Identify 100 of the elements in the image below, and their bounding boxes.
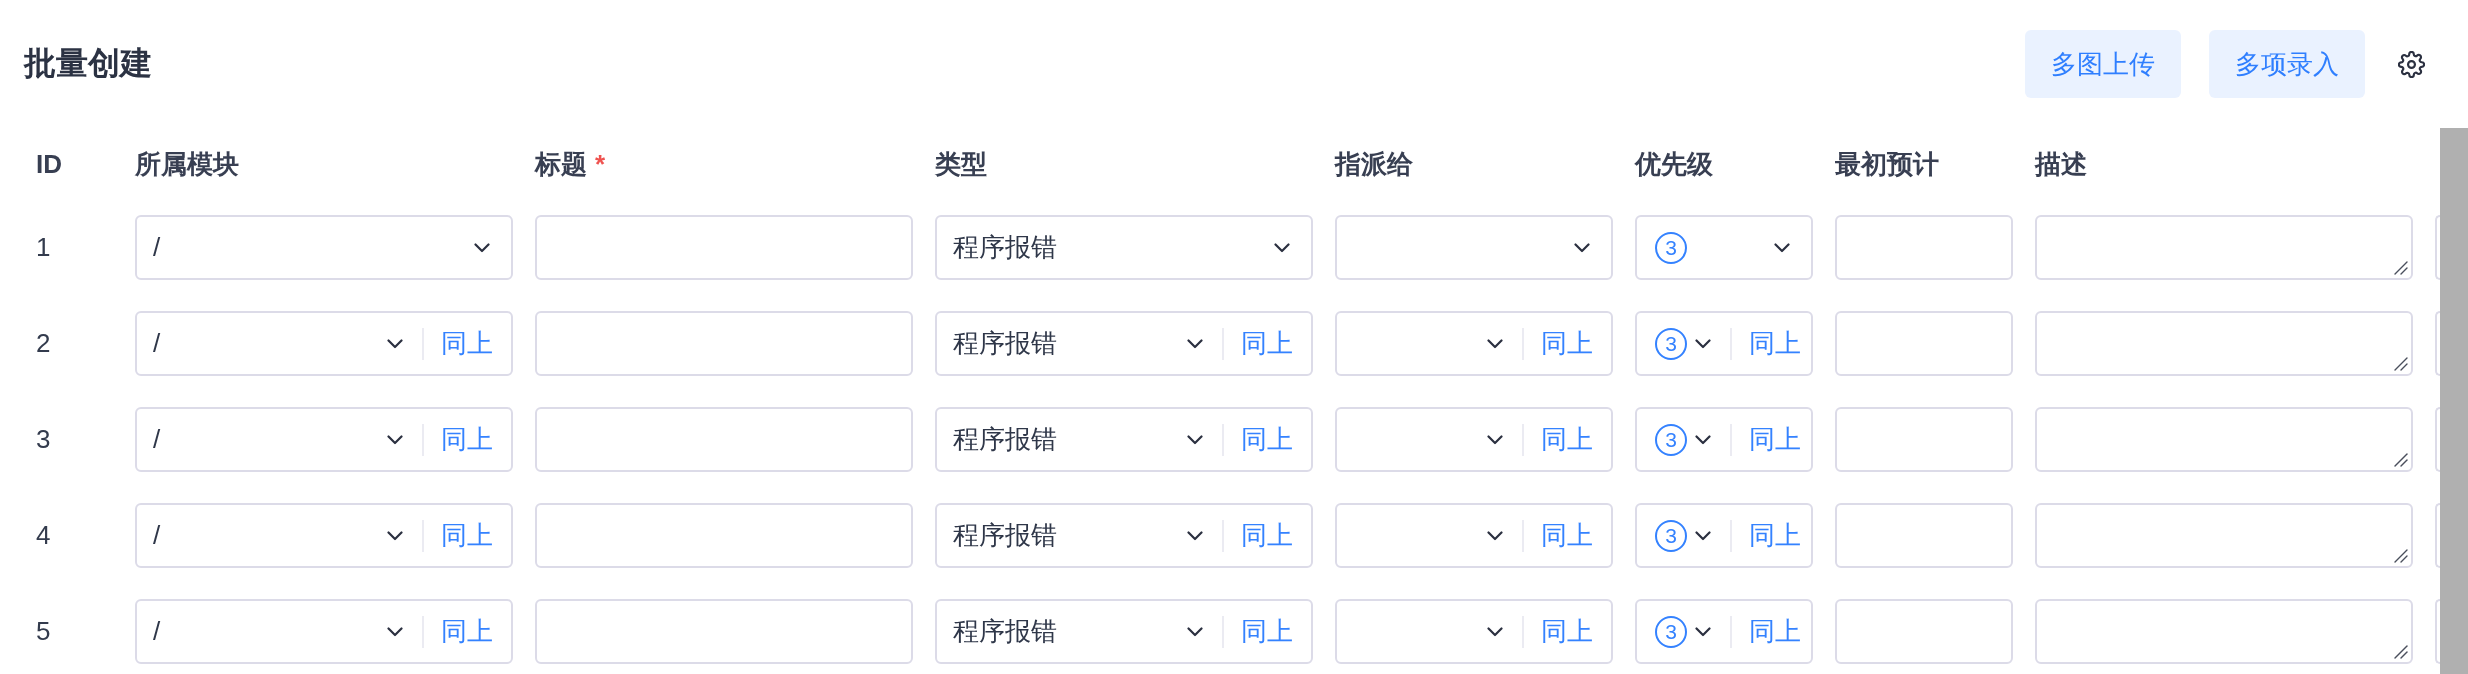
dropdown[interactable]: / — [137, 313, 422, 374]
input-field[interactable] — [1835, 215, 2013, 280]
column-header: 描述 — [2035, 147, 2087, 181]
dropdown[interactable]: 3 — [1637, 409, 1730, 470]
textarea-field[interactable] — [2035, 599, 2413, 664]
dropdown[interactable]: 3 — [1637, 313, 1730, 374]
row-id: 5 — [36, 616, 51, 647]
toolbar-button[interactable]: 多图上传 — [2025, 30, 2181, 98]
copy-above-button[interactable]: 同上 — [1224, 601, 1311, 662]
textarea-field[interactable] — [2035, 311, 2413, 376]
settings-icon[interactable] — [2398, 50, 2425, 78]
chevron-down-icon — [1695, 626, 1711, 637]
copy-above-button[interactable]: 同上 — [424, 505, 511, 566]
copy-above-button[interactable]: 同上 — [1524, 313, 1611, 374]
copy-above-button[interactable]: 同上 — [424, 313, 511, 374]
row-id: 3 — [36, 424, 51, 455]
input-field[interactable] — [2435, 407, 2440, 472]
resize-handle-icon[interactable] — [2394, 549, 2408, 563]
copy-above-button[interactable]: 同上 — [1224, 409, 1311, 470]
column-header: 所属模块 — [135, 147, 239, 181]
dropdown[interactable]: 3 — [1637, 601, 1730, 662]
copy-above-button[interactable]: 同上 — [1524, 505, 1611, 566]
toolbar-button[interactable]: 多项录入 — [2209, 30, 2365, 98]
resize-handle-icon[interactable] — [2394, 453, 2408, 467]
column-header: 类型 — [935, 147, 987, 181]
chevron-down-icon — [1487, 626, 1503, 637]
dropdown[interactable]: 程序报错 — [937, 505, 1222, 566]
input-field[interactable] — [1835, 407, 2013, 472]
column-header: 指派给 — [1335, 147, 1413, 181]
row-id: 2 — [36, 328, 51, 359]
chevron-down-icon — [1487, 530, 1503, 541]
chevron-down-icon — [1187, 530, 1203, 541]
column-header: 标题 * — [535, 147, 606, 181]
dropdown[interactable]: 程序报错 — [937, 601, 1222, 662]
chevron-down-icon — [387, 626, 403, 637]
row-id: 4 — [36, 520, 51, 551]
chevron-down-icon — [1695, 338, 1711, 349]
copy-above-button[interactable]: 同上 — [1732, 313, 1819, 374]
page-title: 批量创建 — [24, 44, 153, 83]
copy-above-button[interactable]: 同上 — [1732, 505, 1819, 566]
chevron-down-icon — [1187, 338, 1203, 349]
textarea-field[interactable] — [2035, 407, 2413, 472]
priority-number: 3 — [1655, 231, 1687, 264]
chevron-down-icon — [387, 338, 403, 349]
resize-handle-icon[interactable] — [2394, 357, 2408, 371]
chevron-down-icon — [1487, 338, 1503, 349]
copy-above-button[interactable]: 同上 — [424, 409, 511, 470]
chevron-down-icon — [1274, 242, 1290, 253]
column-header: ID — [36, 148, 62, 180]
chevron-down-icon — [1187, 434, 1203, 445]
input-field[interactable] — [535, 407, 913, 472]
chevron-down-icon — [387, 530, 403, 541]
dropdown[interactable]: 3 — [1635, 215, 1813, 280]
copy-above-button[interactable]: 同上 — [424, 601, 511, 662]
chevron-down-icon — [1187, 626, 1203, 637]
input-field[interactable] — [535, 503, 913, 568]
input-field[interactable] — [2435, 599, 2440, 664]
chevron-down-icon — [474, 242, 490, 253]
dropdown[interactable]: / — [135, 215, 513, 280]
row-id: 1 — [36, 232, 51, 263]
chevron-down-icon — [1695, 434, 1711, 445]
copy-above-button[interactable]: 同上 — [1224, 313, 1311, 374]
input-field[interactable] — [1835, 503, 2013, 568]
chevron-down-icon — [1774, 242, 1790, 253]
priority-number: 3 — [1655, 615, 1687, 648]
column-header: 优先级 — [1635, 147, 1713, 181]
dropdown[interactable]: 程序报错 — [937, 409, 1222, 470]
chevron-down-icon — [387, 434, 403, 445]
textarea-field[interactable] — [2035, 215, 2413, 280]
copy-above-button[interactable]: 同上 — [1732, 409, 1819, 470]
priority-number: 3 — [1655, 327, 1687, 360]
input-field[interactable] — [1835, 599, 2013, 664]
input-field[interactable] — [535, 311, 913, 376]
resize-handle-icon[interactable] — [2394, 645, 2408, 659]
dropdown[interactable]: / — [137, 409, 422, 470]
copy-above-button[interactable]: 同上 — [1224, 505, 1311, 566]
copy-above-button[interactable]: 同上 — [1732, 601, 1819, 662]
resize-handle-icon[interactable] — [2394, 261, 2408, 275]
input-field[interactable] — [2435, 215, 2440, 280]
input-field[interactable] — [1835, 311, 2013, 376]
scrollbar-thumb[interactable] — [2440, 128, 2468, 674]
priority-number: 3 — [1655, 519, 1687, 552]
input-field[interactable] — [535, 599, 913, 664]
chevron-down-icon — [1574, 242, 1590, 253]
dropdown[interactable]: / — [137, 505, 422, 566]
dropdown[interactable]: 程序报错 — [935, 215, 1313, 280]
dropdown[interactable] — [1335, 215, 1613, 280]
priority-number: 3 — [1655, 423, 1687, 456]
dropdown[interactable]: 程序报错 — [937, 313, 1222, 374]
input-field[interactable] — [535, 215, 913, 280]
chevron-down-icon — [1695, 530, 1711, 541]
textarea-field[interactable] — [2035, 503, 2413, 568]
input-field[interactable] — [2435, 311, 2440, 376]
chevron-down-icon — [1487, 434, 1503, 445]
copy-above-button[interactable]: 同上 — [1524, 409, 1611, 470]
column-header: 最初预计 — [1835, 147, 1939, 181]
dropdown[interactable]: / — [137, 601, 422, 662]
copy-above-button[interactable]: 同上 — [1524, 601, 1611, 662]
input-field[interactable] — [2435, 503, 2440, 568]
dropdown[interactable]: 3 — [1637, 505, 1730, 566]
